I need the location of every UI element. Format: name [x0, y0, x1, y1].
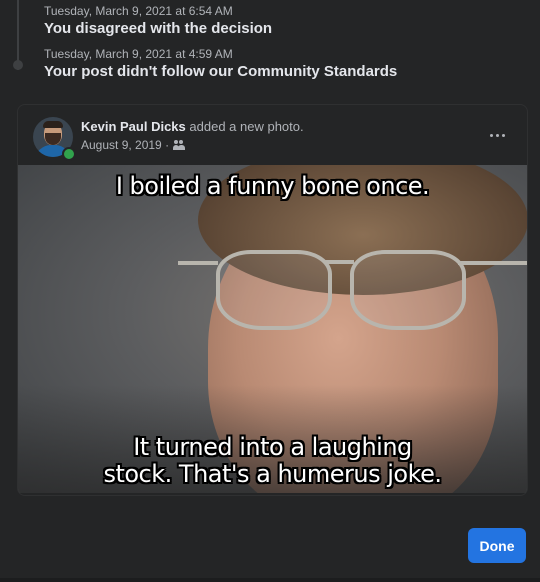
timeline-event: Tuesday, March 9, 2021 at 4:59 AM Your p… [44, 47, 397, 82]
event-date: Tuesday, March 9, 2021 at 6:54 AM [44, 4, 233, 18]
meme-caption-line: stock. That's a humerus joke. [103, 460, 442, 488]
author-name[interactable]: Kevin Paul Dicks [81, 119, 186, 134]
event-title: You disagreed with the decision [44, 20, 273, 37]
post-photo[interactable]: I boiled a funny bone once. It turned in… [18, 165, 527, 493]
event-title: Your post didn't follow our Community St… [44, 63, 398, 80]
post-meta: August 9, 2019 · [81, 137, 186, 153]
author-line: Kevin Paul Dicks added a new photo. [81, 119, 304, 135]
timeline-dot [13, 60, 23, 70]
friends-icon [173, 140, 186, 150]
online-status-icon [62, 147, 76, 161]
meme-caption-top: I boiled a funny bone once. [115, 172, 430, 200]
meme-caption-line: It turned into a laughing [133, 433, 412, 461]
meme-caption-bottom: It turned into a laughing stock. That's … [18, 434, 527, 488]
post-header: Kevin Paul Dicks added a new photo. Augu… [18, 105, 527, 163]
dialog-bottom-edge [0, 578, 540, 582]
event-date: Tuesday, March 9, 2021 at 4:59 AM [44, 47, 233, 61]
post-date[interactable]: August 9, 2019 · [81, 137, 169, 153]
post-action: added a new photo. [189, 119, 304, 134]
timeline-event: Tuesday, March 9, 2021 at 6:54 AM You di… [44, 4, 272, 39]
done-button[interactable]: Done [468, 528, 526, 563]
post-card: Kevin Paul Dicks added a new photo. Augu… [17, 104, 528, 496]
more-options-icon[interactable] [485, 123, 509, 147]
